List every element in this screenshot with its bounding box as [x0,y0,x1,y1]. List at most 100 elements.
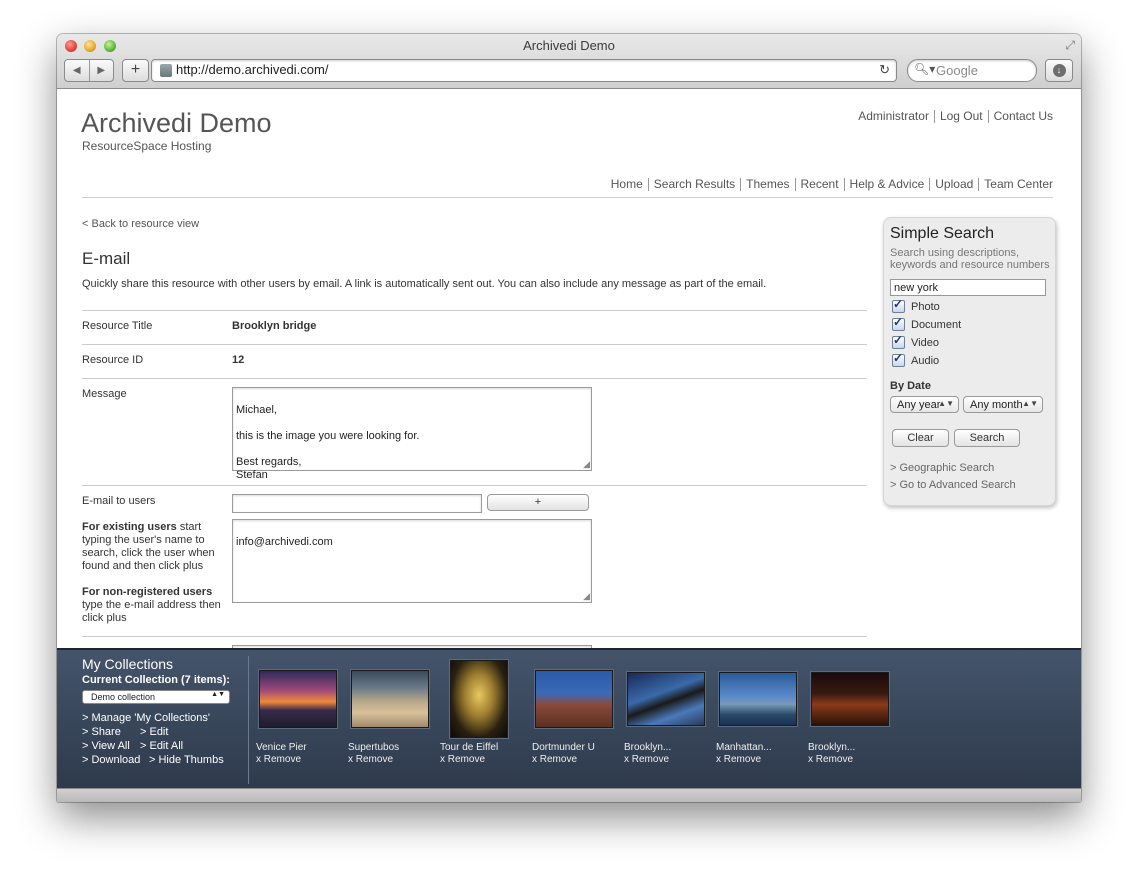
message-text: Michael, this is the image you were look… [236,404,420,481]
thumbnail-brooklyn-1[interactable] [627,672,705,726]
thumbnail-manhattan[interactable] [719,672,797,726]
divider [82,310,867,311]
month-select-value: Any month [970,399,1023,411]
thumbnail-venice-pier[interactable] [259,670,337,728]
item-caption[interactable]: Brooklyn... [624,742,671,753]
remove-link[interactable]: x Remove [716,754,761,765]
thumbnail-brooklyn-2[interactable] [811,672,889,726]
download-arrow-icon: ↓ [1052,64,1066,77]
recipients-textarea[interactable]: info@archivedi.com ◢ [232,519,592,603]
manage-collections-link[interactable]: > Manage 'My Collections' [82,712,210,724]
nav-search-results[interactable]: Search Results [647,178,740,191]
collection-item-1: Venice Pier x Remove [256,742,307,766]
browser-search-field[interactable]: 🔍︎▾ Google [907,59,1037,82]
help-nonregistered-users: For non-registered users type the e-mail… [82,586,227,625]
nav-team-center[interactable]: Team Center [978,178,1053,191]
site-logo[interactable]: Archivedi Demo [81,108,272,139]
nav-home[interactable]: Home [606,178,648,191]
item-caption[interactable]: Tour de Eiffel [440,742,498,753]
video-checkbox-row[interactable]: Video [892,333,939,349]
forward-arrow-icon[interactable]: ▶ [90,60,114,81]
help-existing-users: For existing users start typing the user… [82,521,227,573]
hide-thumbs-link[interactable]: > Hide Thumbs [149,754,224,766]
browser-status-bar [57,788,1081,802]
edit-link[interactable]: > Edit [140,726,168,738]
view-all-link[interactable]: > View All [82,740,130,752]
item-caption[interactable]: Manhattan... [716,742,772,753]
item-caption[interactable]: Brooklyn... [808,742,855,753]
month-select[interactable]: Any month ▲▼ [963,396,1043,413]
add-user-button[interactable]: + [487,494,589,511]
recipients-text: info@archivedi.com [236,536,333,548]
audio-label: Audio [911,354,940,367]
site-tagline: ResourceSpace Hosting [82,139,212,153]
back-arrow-icon[interactable]: ◀ [65,60,90,81]
nav-help[interactable]: Help & Advice [843,178,930,191]
audio-checkbox-row[interactable]: Audio [892,351,940,367]
collection-select-value: Demo collection [91,692,156,702]
user-search-input[interactable] [232,494,482,513]
resize-grip-icon[interactable]: ◢ [583,460,590,469]
edit-all-link[interactable]: > Edit All [140,740,183,752]
collection-item-2: Supertubos x Remove [348,742,399,766]
fullscreen-icon[interactable]: ⤢ [1065,38,1075,53]
year-select[interactable]: Any year ▲▼ [890,396,959,413]
share-link[interactable]: > Share [82,726,121,738]
thumbnail-supertubos[interactable] [351,670,429,728]
remove-link[interactable]: x Remove [532,754,577,765]
collection-item-5: Brooklyn... x Remove [624,742,671,766]
remove-link[interactable]: x Remove [348,754,393,765]
thumbnail-dortmunder-u[interactable] [535,670,613,728]
address-bar[interactable]: http://demo.archivedi.com/ ↻ [151,59,897,82]
nav-upload[interactable]: Upload [929,178,978,191]
remove-link[interactable]: x Remove [256,754,301,765]
add-bookmark-button[interactable]: + [122,59,149,82]
resize-grip-icon[interactable]: ◢ [583,592,590,601]
geographic-search-link[interactable]: > Geographic Search [890,462,994,474]
audio-checkbox[interactable] [892,351,905,367]
select-arrows-icon: ▲▼ [1022,399,1038,408]
administrator-link[interactable]: Administrator [853,110,934,123]
video-checkbox[interactable] [892,333,905,349]
photo-checkbox[interactable] [892,297,905,313]
document-label: Document [911,318,962,331]
document-checkbox[interactable] [892,315,905,331]
item-caption[interactable]: Dortmunder U [532,742,595,753]
web-page: Archivedi Demo ResourceSpace Hosting Adm… [57,89,1081,648]
divider [82,378,867,379]
reload-icon[interactable]: ↻ [879,62,890,78]
item-caption[interactable]: Supertubos [348,742,399,753]
thumbnail-tour-de-eiffel[interactable] [450,660,508,738]
nav-recent[interactable]: Recent [794,178,844,191]
contact-us-link[interactable]: Contact Us [987,110,1053,123]
url-text: http://demo.archivedi.com/ [176,62,329,77]
back-to-resource-link[interactable]: < Back to resource view [82,218,199,230]
browser-toolbar: Archivedi Demo ⤢ ◀ ▶ + http://demo.archi… [57,34,1081,89]
search-button[interactable]: Search [954,429,1020,447]
search-icon: 🔍︎▾ [914,62,936,76]
simple-search-description: Search using descriptions, keywords and … [890,247,1050,271]
photo-checkbox-row[interactable]: Photo [892,297,940,313]
remove-link[interactable]: x Remove [440,754,485,765]
advanced-search-link[interactable]: > Go to Advanced Search [890,479,1016,491]
window-title: Archivedi Demo [523,38,615,53]
document-checkbox-row[interactable]: Document [892,315,962,331]
video-label: Video [911,336,939,349]
divider [82,344,867,345]
download-link[interactable]: > Download [82,754,140,766]
clear-button[interactable]: Clear [892,429,949,447]
downloads-button[interactable]: ↓ [1045,59,1073,82]
remove-link[interactable]: x Remove [624,754,669,765]
email-to-users-label: E-mail to users [82,495,156,507]
collections-bar: My Collections Current Collection (7 ite… [57,648,1081,790]
item-caption[interactable]: Venice Pier [256,742,307,753]
collections-divider [248,656,249,784]
remove-link[interactable]: x Remove [808,754,853,765]
search-input[interactable]: new york [890,279,1046,296]
collection-item-4: Dortmunder Ux Remove [532,742,595,766]
nav-divider [82,197,1053,198]
collection-select[interactable]: Demo collection ▲▼ [82,690,230,704]
nav-themes[interactable]: Themes [740,178,794,191]
logout-link[interactable]: Log Out [933,110,988,123]
message-textarea[interactable]: Michael, this is the image you were look… [232,387,592,481]
